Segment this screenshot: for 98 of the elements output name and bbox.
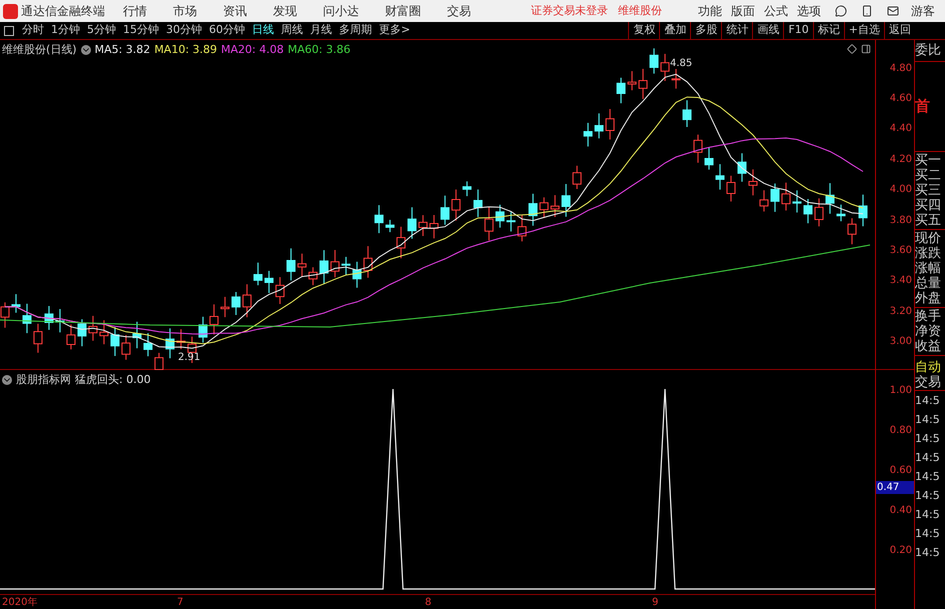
quote-label: 买一 — [915, 153, 942, 168]
date-label: 7 — [177, 596, 184, 609]
quote-label: 买二 — [915, 168, 942, 183]
app-logo — [3, 4, 18, 18]
indicator-tick: 0.40 — [890, 504, 912, 518]
toolbar-button[interactable]: 复权 — [628, 22, 660, 39]
toolbar-button[interactable]: 返回 — [884, 22, 915, 39]
toolbar-button[interactable]: 画线 — [752, 22, 784, 39]
date-label: 2020年 — [2, 596, 38, 609]
toolbar-button[interactable]: 统计 — [721, 22, 752, 39]
price-tick: 4.60 — [890, 92, 912, 106]
ma-legend: MA10: 3.89 — [154, 42, 218, 58]
period-tab[interactable]: 60分钟 — [209, 22, 245, 39]
quote-label: 净资 — [915, 324, 942, 339]
quote-label: 总量 — [915, 276, 942, 291]
trade-time: 14:5 — [915, 393, 941, 409]
ma-legend: MA20: 4.08 — [221, 42, 284, 58]
auto-mode-label[interactable]: 自动 — [915, 360, 945, 375]
period-tab[interactable]: 多周期 — [339, 22, 372, 39]
date-label: 9 — [652, 596, 658, 609]
price-tick: 4.80 — [890, 62, 912, 76]
cursor-value-label: 0.47 — [876, 481, 914, 494]
user-label[interactable]: 游客 — [911, 2, 935, 20]
quote-label: 外盘 — [915, 291, 942, 306]
menu-item[interactable]: 市场 — [173, 2, 197, 20]
menu-item[interactable]: 发现 — [273, 2, 297, 20]
panel-toggle-icon[interactable] — [4, 26, 14, 36]
chevron-icon[interactable] — [80, 45, 91, 56]
menu-item[interactable]: 行情 — [123, 2, 147, 20]
chart-title: 维维股份(日线) — [2, 42, 77, 58]
price-tick: 3.20 — [890, 304, 912, 319]
menu-item[interactable]: 交易 — [447, 2, 471, 20]
quote-label: 现价 — [915, 231, 942, 246]
price-tick: 3.00 — [890, 335, 912, 350]
mail-icon[interactable] — [887, 5, 899, 17]
menu-item[interactable]: 选项 — [797, 2, 821, 20]
indicator-tick: 0.80 — [890, 424, 912, 438]
high-price-label: 4.85 — [670, 58, 692, 69]
period-tab[interactable]: 分时 — [22, 22, 44, 39]
trade-time: 14:5 — [915, 526, 941, 542]
indicator-tick: 0.60 — [890, 464, 912, 478]
panel-icon[interactable] — [861, 44, 871, 54]
period-tab[interactable]: 1分钟 — [51, 22, 80, 39]
trade-time: 14:5 — [915, 507, 941, 523]
toolbar-button[interactable]: 标记 — [812, 22, 844, 39]
trade-time: 14:5 — [915, 545, 941, 561]
app-title: 通达信金融终端 — [21, 3, 105, 20]
quote-label: 收益 — [915, 339, 942, 354]
toolbar-button[interactable]: 多股 — [690, 22, 722, 39]
menu-item[interactable]: 版面 — [731, 2, 755, 20]
trade-time: 14:5 — [915, 431, 941, 447]
quote-label: 买四 — [915, 198, 942, 213]
trade-time: 14:5 — [915, 412, 941, 428]
period-tab[interactable]: 15分钟 — [123, 22, 159, 39]
price-tick: 4.20 — [890, 152, 912, 167]
toolbar-button[interactable]: +自选 — [844, 22, 884, 39]
menu-item[interactable]: 资讯 — [223, 2, 247, 20]
board-label: 首 — [915, 99, 930, 114]
quote-label: 涨跌 — [915, 246, 942, 261]
period-tab[interactable]: 更多> — [379, 22, 410, 39]
price-tick: 4.00 — [890, 183, 912, 198]
trade-time: 14:5 — [915, 469, 941, 485]
price-tick: 3.40 — [890, 274, 912, 288]
period-tab[interactable]: 30分钟 — [166, 22, 202, 39]
trades-title: 交易 — [915, 375, 945, 391]
ma-legend: MA60: 3.86 — [288, 42, 350, 58]
quote-label: 买三 — [915, 183, 942, 198]
toolbar-button[interactable]: F10 — [783, 22, 813, 39]
chevron-icon[interactable] — [2, 375, 12, 386]
period-tab[interactable]: 5分钟 — [87, 22, 116, 39]
quote-label: 买五 — [915, 213, 942, 228]
price-tick: 3.80 — [890, 214, 912, 228]
period-tab[interactable]: 日线 — [252, 22, 274, 39]
period-tab[interactable]: 周线 — [281, 22, 303, 39]
menu-item[interactable]: 问小达 — [323, 2, 359, 20]
trade-time: 14:5 — [915, 488, 941, 504]
date-label: 8 — [425, 596, 432, 609]
menu-item[interactable]: 功能 — [698, 2, 722, 20]
panel-header: 委比 — [915, 40, 945, 62]
indicator-name: 股朋指标网 — [16, 372, 71, 388]
quote-label: 换手 — [915, 309, 942, 324]
phone-icon[interactable] — [861, 5, 873, 17]
toolbar-button[interactable]: 叠加 — [659, 22, 690, 39]
status-link[interactable]: 证券交易未登录 — [531, 2, 608, 20]
status-link[interactable]: 维维股份 — [618, 2, 662, 20]
price-tick: 4.40 — [890, 122, 912, 136]
ma-legend: MA5: 3.82 — [94, 42, 150, 58]
diamond-icon[interactable] — [847, 44, 857, 54]
quote-label: 涨幅 — [915, 261, 942, 276]
period-tab[interactable]: 月线 — [310, 22, 332, 39]
indicator-tick: 1.00 — [890, 384, 912, 398]
indicator-reading: 猛虎回头: 0.00 — [75, 372, 151, 388]
price-tick: 3.60 — [890, 244, 912, 258]
chat-icon[interactable] — [835, 5, 847, 17]
trade-time: 14:5 — [915, 450, 941, 466]
indicator-tick: 0.20 — [890, 544, 912, 558]
menu-item[interactable]: 公式 — [764, 2, 788, 20]
menu-item[interactable]: 财富圈 — [385, 2, 421, 20]
